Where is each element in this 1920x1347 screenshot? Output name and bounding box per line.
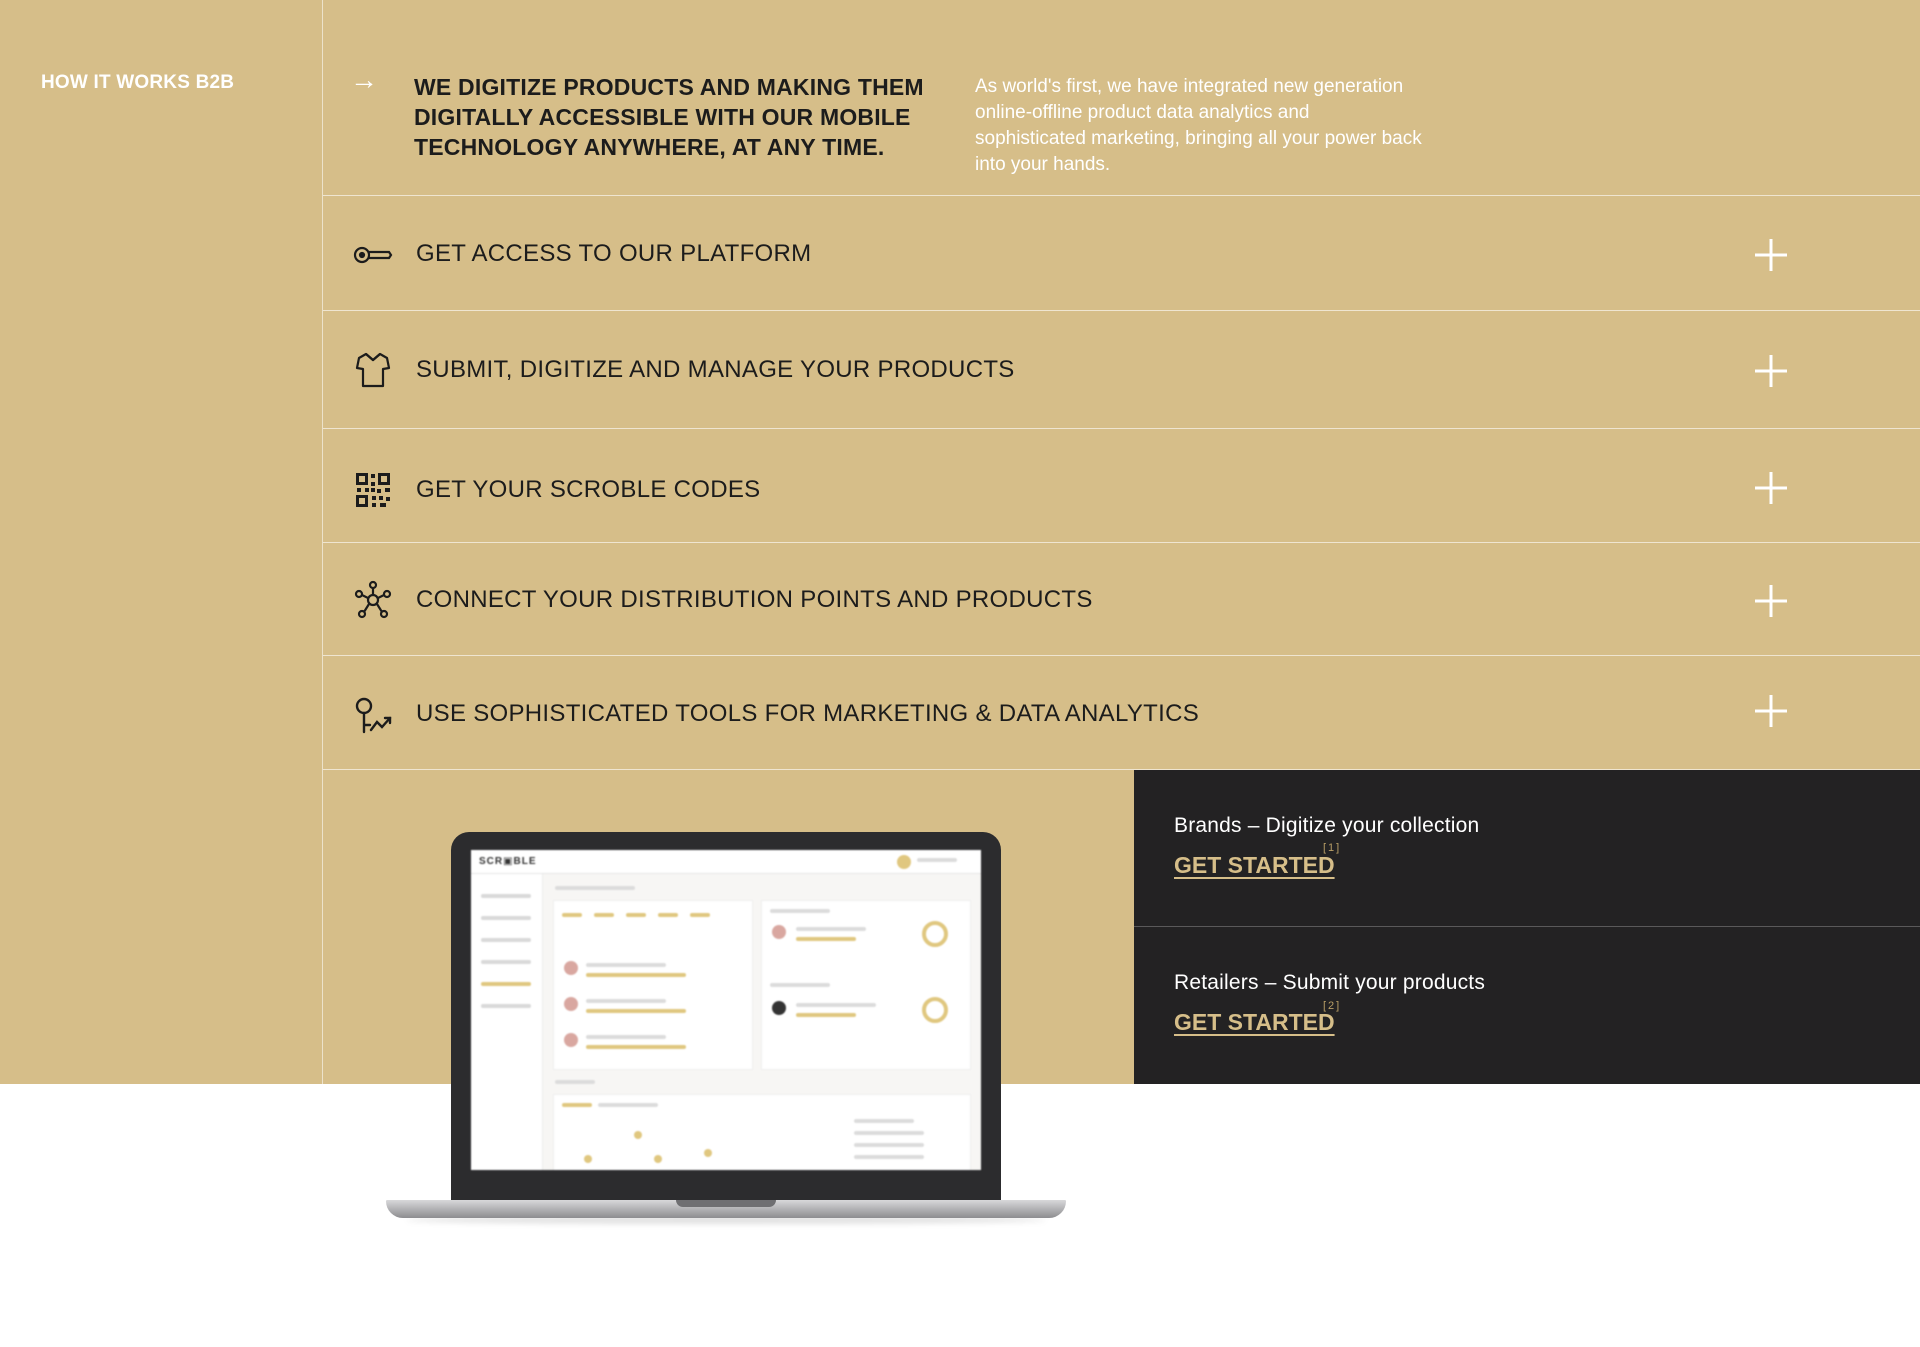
retailers-footnote-ref: [2] [1323, 1000, 1342, 1012]
plus-icon[interactable] [1753, 583, 1789, 619]
dashboard-screenshot: SCR▣BLE [471, 850, 981, 1170]
feature-row-platform-access[interactable]: GET ACCESS TO OUR PLATFORM [323, 206, 1920, 306]
brands-footnote-ref: [1] [1323, 842, 1342, 854]
retailers-get-started-link[interactable]: GET STARTED [1174, 1009, 1335, 1036]
arrow-right-icon: → [350, 64, 378, 95]
retailers-cta-text: Retailers – Submit your products [1174, 971, 1486, 994]
feature-label: GET ACCESS TO OUR PLATFORM [416, 240, 812, 267]
feature-row-marketing-analytics[interactable]: USE SOPHISTICATED TOOLS FOR MARKETING & … [323, 663, 1920, 763]
shirt-icon [353, 350, 393, 390]
divider [323, 655, 1920, 656]
laptop-mockup: SCR▣BLE [386, 832, 1066, 1224]
qr-code-icon [353, 470, 393, 510]
brands-cta-text: Brands – Digitize your collection [1174, 814, 1480, 837]
divider [323, 195, 1920, 196]
laptop-notch [676, 1200, 776, 1207]
feature-label: GET YOUR SCROBLE CODES [416, 476, 761, 503]
plus-icon[interactable] [1753, 353, 1789, 389]
section-label: HOW IT WORKS B2B [41, 72, 235, 93]
divider [323, 310, 1920, 311]
intro-description: As world's first, we have integrated new… [975, 76, 1422, 175]
feature-label: USE SOPHISTICATED TOOLS FOR MARKETING & … [416, 700, 1200, 727]
plus-icon[interactable] [1753, 693, 1789, 729]
network-icon [353, 580, 393, 620]
divider [323, 542, 1920, 543]
feature-row-distribution-points[interactable]: CONNECT YOUR DISTRIBUTION POINTS AND PRO… [323, 550, 1920, 650]
brands-get-started-link[interactable]: GET STARTED [1174, 852, 1335, 879]
feature-label: CONNECT YOUR DISTRIBUTION POINTS AND PRO… [416, 586, 1093, 613]
cta-divider [1134, 926, 1920, 927]
intro-title: WE DIGITIZE PRODUCTS AND MAKING THEM DIG… [414, 74, 924, 160]
feature-row-submit-products[interactable]: SUBMIT, DIGITIZE AND MANAGE YOUR PRODUCT… [323, 320, 1920, 420]
key-icon [353, 235, 393, 275]
plus-icon[interactable] [1753, 470, 1789, 506]
analytics-icon [353, 696, 393, 736]
plus-icon[interactable] [1753, 237, 1789, 273]
feature-row-scroble-codes[interactable]: GET YOUR SCROBLE CODES [323, 437, 1920, 537]
divider [323, 428, 1920, 429]
feature-label: SUBMIT, DIGITIZE AND MANAGE YOUR PRODUCT… [416, 356, 1015, 383]
